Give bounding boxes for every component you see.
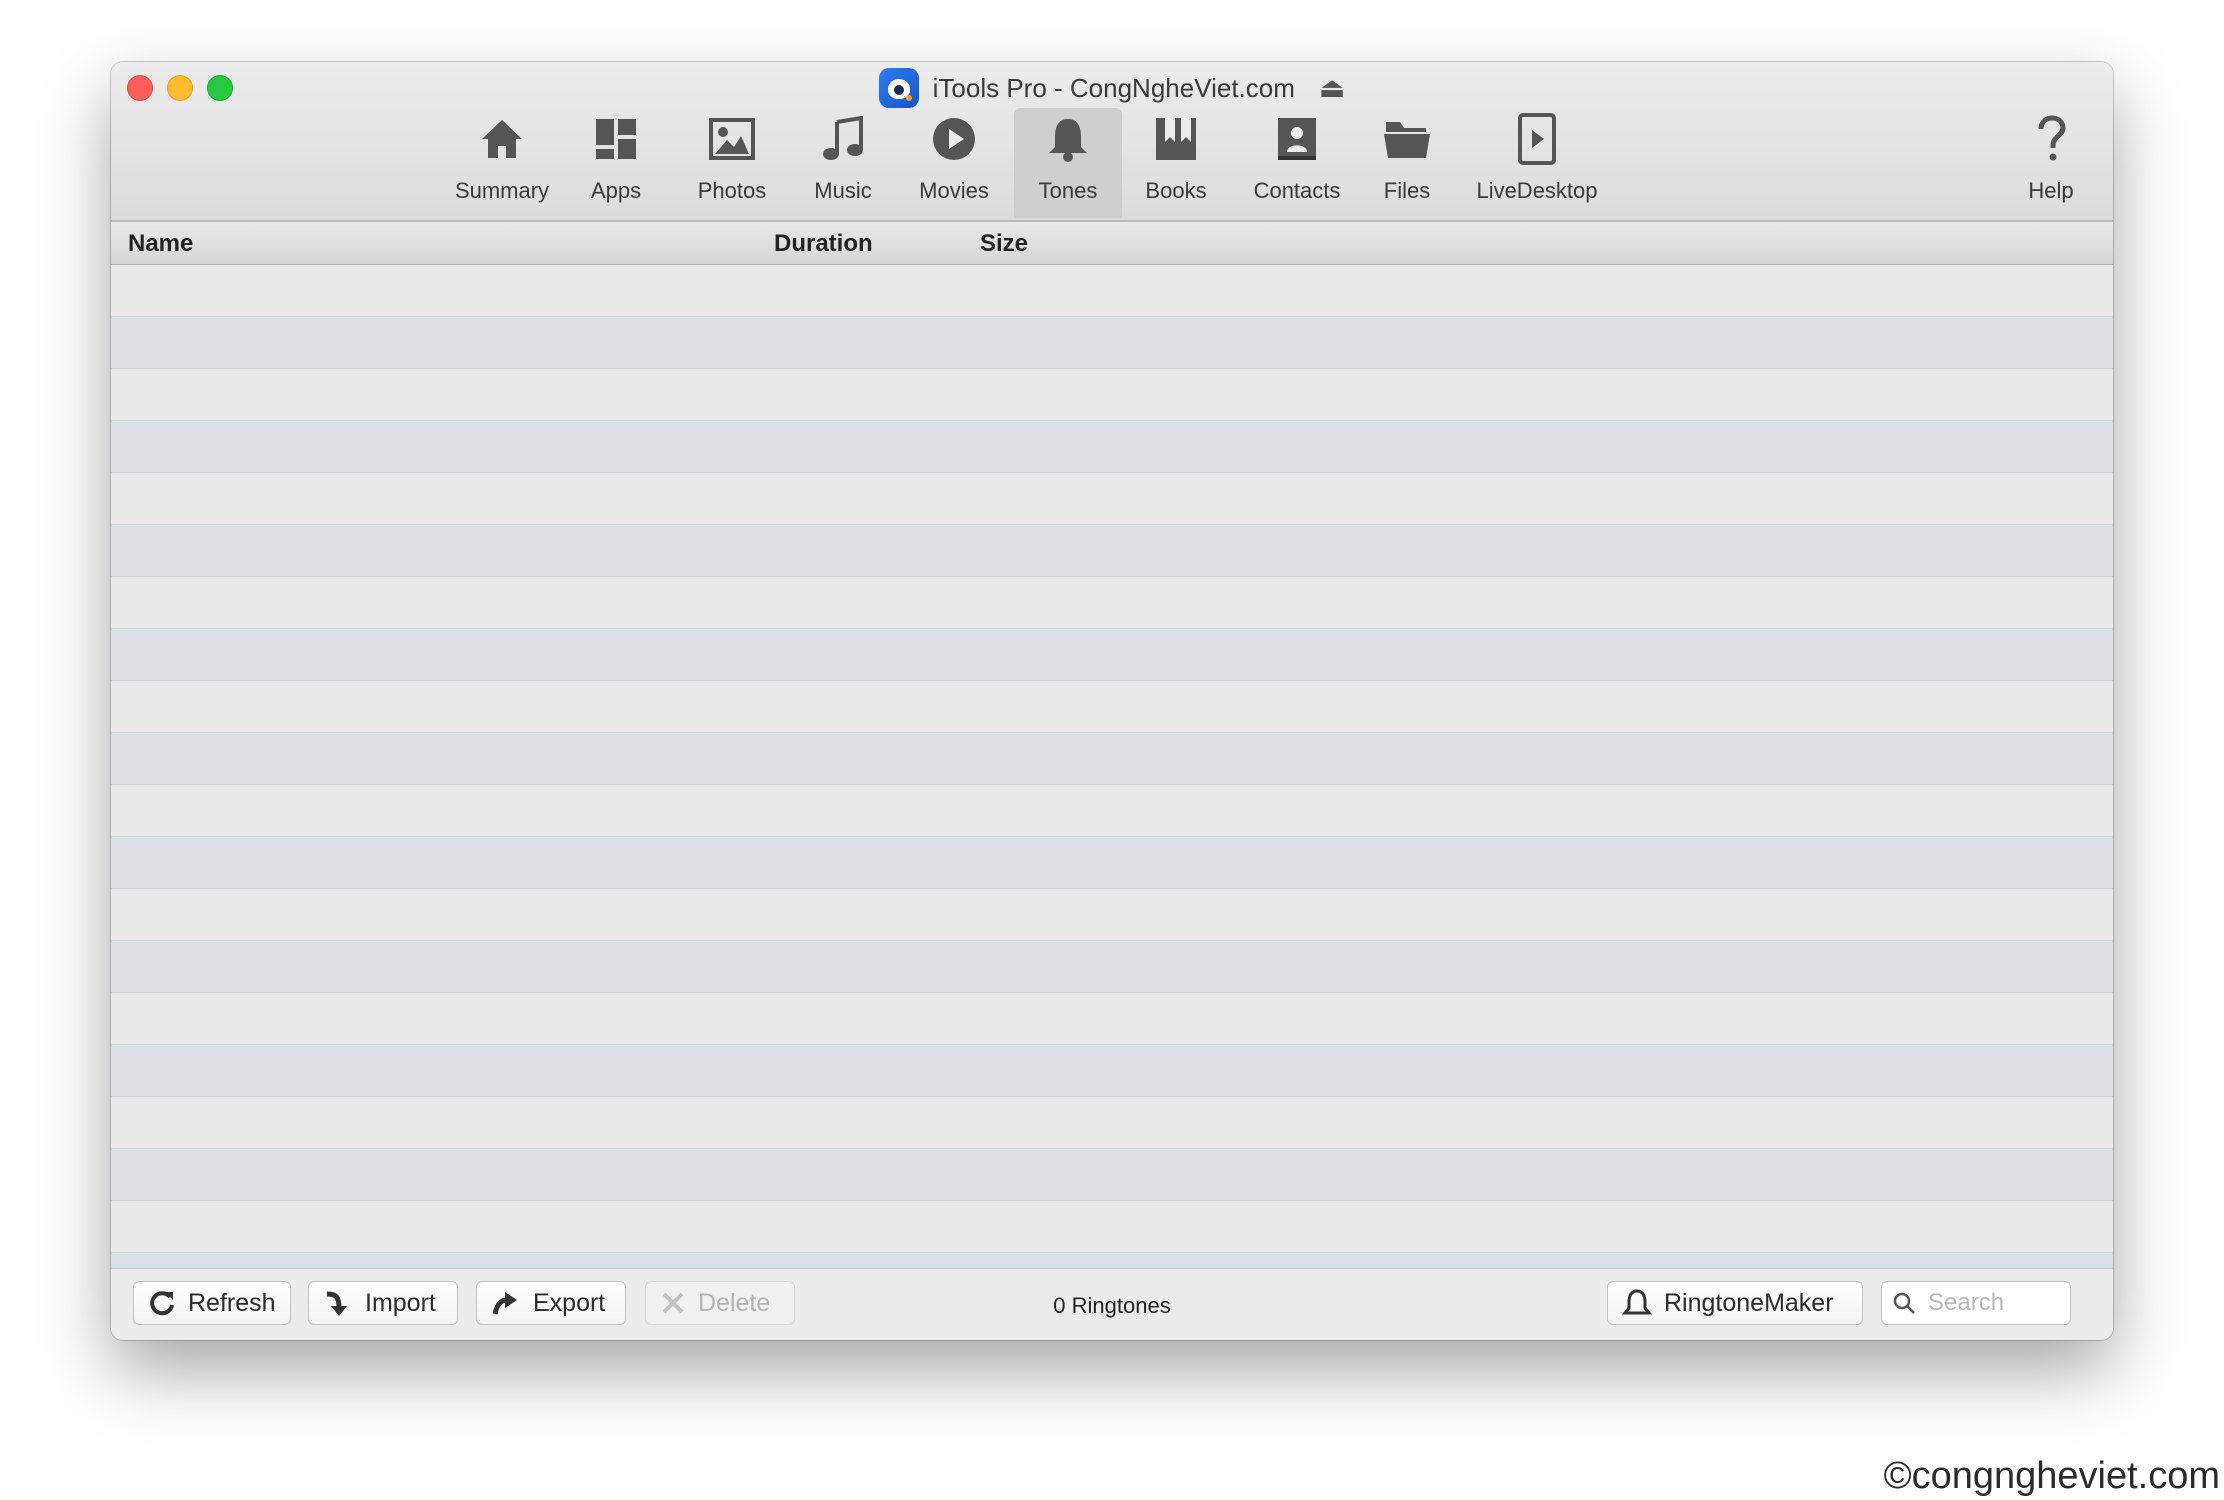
- table-header: Name Duration Size: [111, 222, 2113, 265]
- empty-table-row: [111, 421, 2113, 473]
- tab-books[interactable]: Books: [1126, 108, 1226, 218]
- column-header-size[interactable]: Size: [980, 230, 1028, 258]
- contact-card-icon: [1278, 118, 1316, 160]
- empty-table-row: [111, 629, 2113, 681]
- photo-icon: [709, 118, 755, 160]
- empty-table-row: [111, 317, 2113, 369]
- export-label: Export: [533, 1288, 606, 1317]
- tab-apps[interactable]: Apps: [566, 108, 666, 218]
- empty-table-row: [111, 1201, 2113, 1253]
- book-icon: [1156, 118, 1196, 160]
- tab-apps-label: Apps: [590, 178, 642, 203]
- ringtone-maker-label: RingtoneMaker: [1664, 1288, 1834, 1317]
- tab-books-label: Books: [1145, 178, 1207, 203]
- tab-livedesktop-label: LiveDesktop: [1476, 178, 1598, 203]
- import-label: Import: [365, 1288, 436, 1317]
- ringtone-count: 0 Ringtones: [1053, 1293, 1171, 1318]
- tab-photos-label: Photos: [697, 178, 767, 203]
- empty-table-row: [111, 265, 2113, 317]
- ringtone-maker-button[interactable]: RingtoneMaker: [1607, 1281, 1863, 1325]
- empty-table-row: [111, 733, 2113, 785]
- search-icon: [1893, 1292, 1915, 1314]
- home-icon: [482, 120, 522, 158]
- apps-icon: [596, 119, 636, 159]
- tab-summary-label: Summary: [454, 178, 550, 203]
- empty-table-row: [111, 785, 2113, 837]
- empty-table-row: [111, 993, 2113, 1045]
- ringtone-list[interactable]: [111, 265, 2113, 1331]
- import-button[interactable]: Import: [308, 1281, 458, 1325]
- tab-contacts[interactable]: Contacts: [1237, 108, 1357, 218]
- refresh-label: Refresh: [188, 1288, 276, 1317]
- refresh-icon: [150, 1291, 174, 1316]
- music-note-icon: [823, 116, 863, 160]
- tab-livedesktop[interactable]: LiveDesktop: [1457, 108, 1617, 218]
- tab-files-label: Files: [1383, 178, 1431, 203]
- folder-icon: [1384, 122, 1430, 158]
- tab-music[interactable]: Music: [793, 108, 893, 218]
- title-bar: iTools Pro - CongNgheViet.com ⏏: [111, 68, 2113, 108]
- empty-table-row: [111, 941, 2113, 993]
- empty-table-row: [111, 1149, 2113, 1201]
- bell-icon: [1049, 119, 1087, 162]
- toolbar: iTools Pro - CongNgheViet.com ⏏ Summary: [111, 62, 2113, 222]
- export-icon: [492, 1292, 517, 1315]
- tab-summary[interactable]: Summary: [442, 108, 562, 218]
- window-title: iTools Pro - CongNgheViet.com: [932, 72, 1295, 103]
- question-icon: [2038, 115, 2066, 161]
- empty-table-row: [111, 369, 2113, 421]
- tab-contacts-label: Contacts: [1253, 178, 1341, 203]
- tab-music-label: Music: [814, 178, 872, 203]
- tab-tones-label: Tones: [1038, 178, 1098, 203]
- empty-table-row: [111, 1097, 2113, 1149]
- empty-table-row: [111, 525, 2113, 577]
- help-button[interactable]: Help: [2011, 108, 2091, 218]
- empty-table-row: [111, 889, 2113, 941]
- column-header-name[interactable]: Name: [128, 230, 193, 258]
- delete-label: Delete: [698, 1288, 771, 1317]
- watermark-text: ©congngheviet.com: [1883, 1455, 2220, 1497]
- search-input[interactable]: [1926, 1288, 2060, 1318]
- refresh-button[interactable]: Refresh: [133, 1281, 291, 1325]
- import-icon: [326, 1291, 347, 1316]
- delete-button[interactable]: Delete: [645, 1281, 795, 1325]
- column-header-duration[interactable]: Duration: [774, 230, 873, 258]
- tab-movies[interactable]: Movies: [904, 108, 1004, 218]
- play-circle-icon: [933, 118, 975, 160]
- tab-movies-label: Movies: [919, 178, 989, 203]
- empty-table-row: [111, 837, 2113, 889]
- tab-tones[interactable]: Tones: [1014, 108, 1122, 218]
- tab-photos[interactable]: Photos: [677, 108, 787, 218]
- delete-x-icon: [662, 1292, 684, 1314]
- export-button[interactable]: Export: [476, 1281, 626, 1325]
- tab-files[interactable]: Files: [1357, 108, 1457, 218]
- help-label: Help: [2028, 178, 2074, 203]
- eject-icon[interactable]: ⏏: [1319, 74, 1345, 102]
- bell-outline-icon: [1622, 1289, 1652, 1315]
- live-desktop-icon: [1518, 113, 1556, 165]
- bottom-bar: Refresh Import Export Delete 0 Ringtones: [111, 1268, 2113, 1340]
- empty-table-row: [111, 681, 2113, 733]
- app-window: iTools Pro - CongNgheViet.com ⏏ Summary: [111, 62, 2113, 1340]
- empty-table-row: [111, 577, 2113, 629]
- itools-app-icon: [878, 68, 919, 108]
- empty-table-row: [111, 1045, 2113, 1097]
- empty-table-row: [111, 473, 2113, 525]
- search-box[interactable]: [1881, 1281, 2071, 1325]
